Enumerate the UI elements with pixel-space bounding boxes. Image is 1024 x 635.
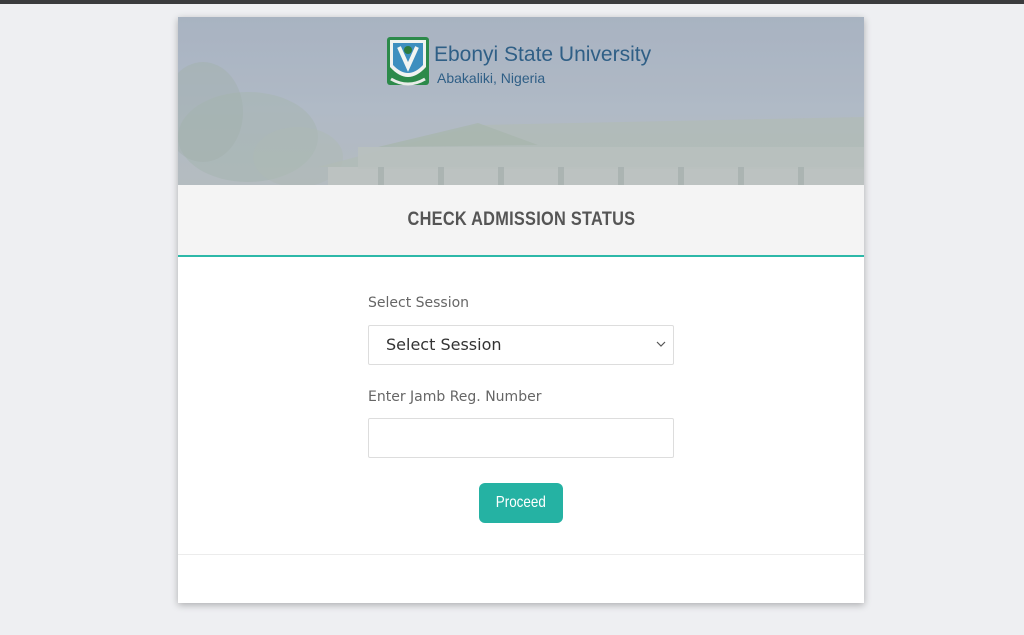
session-label: Select Session — [368, 295, 470, 311]
header-banner: Ebonyi State University Abakaliki, Niger… — [178, 17, 864, 185]
chevron-down-icon — [656, 341, 666, 347]
university-crest-icon — [387, 37, 429, 86]
university-name: Ebonyi State University — [434, 43, 652, 66]
page-title: CHECK ADMISSION STATUS — [407, 209, 635, 230]
session-select-value: Select Session — [386, 335, 502, 354]
proceed-button[interactable]: Proceed — [479, 483, 563, 523]
proceed-button-label: Proceed — [495, 494, 547, 511]
title-bar: CHECK ADMISSION STATUS — [178, 185, 864, 257]
university-location: Abakaliki, Nigeria — [437, 70, 546, 86]
jamb-label: Enter Jamb Reg. Number — [368, 389, 542, 405]
admission-status-card: Ebonyi State University Abakaliki, Niger… — [178, 17, 864, 603]
card-footer-divider — [178, 554, 864, 555]
jamb-reg-number-input[interactable] — [368, 418, 674, 458]
browser-top-strip — [0, 0, 1024, 4]
session-select[interactable]: Select Session — [368, 325, 674, 365]
